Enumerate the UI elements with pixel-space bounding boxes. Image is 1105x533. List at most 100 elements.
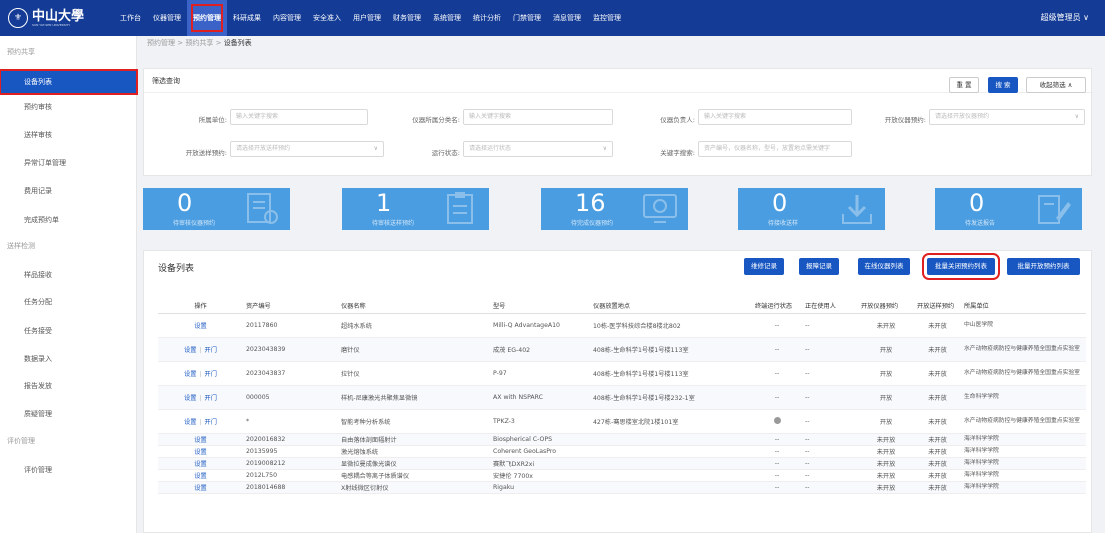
batch-open-reservation-button[interactable]: 批量开放预约列表	[1007, 258, 1080, 275]
nav-item-safety[interactable]: 安全准入	[307, 0, 347, 36]
cell-open-instrument: 未开放	[858, 445, 914, 458]
stat-card-pending-instrument[interactable]: 0 待审核仪器预约	[143, 188, 290, 230]
stat-card-pending-complete[interactable]: 16 待完成仪器预约	[541, 188, 688, 230]
filter-unit-input[interactable]: 输入关键字搜索	[230, 109, 368, 125]
settings-link[interactable]: 设置	[184, 371, 196, 378]
settings-link[interactable]: 设置	[194, 485, 206, 492]
sidebar-item-query-manage[interactable]: 质疑管理	[0, 402, 137, 426]
cell-operation: 设置 | 开门	[158, 409, 243, 434]
filter-open-sample-select[interactable]: 请选择开放送样预约 ∨	[230, 141, 384, 157]
filter-category-input[interactable]: 输入关键字搜索	[463, 109, 613, 125]
sidebar-item-sample-receive[interactable]: 样品接收	[0, 263, 137, 287]
settings-link[interactable]: 设置	[184, 395, 196, 402]
cell-device-name: 智能考种分析系统	[338, 409, 490, 434]
cell-terminal-status: --	[752, 469, 802, 482]
cell-operation: 设置	[158, 433, 243, 446]
stat-card-pending-report[interactable]: 0 待发送报告	[935, 188, 1082, 230]
sidebar-item-report-issue[interactable]: 报告发放	[0, 374, 137, 398]
filter-open-inst-select[interactable]: 请选择开放仪器预约 ∨	[929, 109, 1085, 125]
nav-item-stats[interactable]: 统计分析	[467, 0, 507, 36]
nav-item-users[interactable]: 用户管理	[347, 0, 387, 36]
sidebar-group-evaluation: 评价管理	[7, 437, 35, 445]
filter-keyword-input[interactable]: 资产编号，仪器名称，型号，放置地点需关键字	[698, 141, 852, 157]
nav-item-access[interactable]: 门禁管理	[507, 0, 547, 36]
sidebar-item-completed[interactable]: 完成预约单	[0, 208, 137, 232]
cell-device-name: 自由落体剖面辐射计	[338, 433, 490, 446]
table-row[interactable]: 设置 20135995 激光熔蚀系统 Coherent GeoLasPro -- -- 未开…	[158, 445, 1086, 458]
open-door-link[interactable]: 开门	[205, 371, 217, 378]
table-row[interactable]: 设置 | 开门 2023043837 拉针仪 P-97 408栋-生命科学1号楼1号楼113…	[158, 361, 1086, 386]
settings-link[interactable]: 设置	[194, 461, 206, 468]
cell-terminal-status	[752, 409, 802, 434]
table-row[interactable]: 设置 2020016832 自由落体剖面辐射计 Biospherical C-OPS -…	[158, 433, 1086, 446]
table-row[interactable]: 设置 2012L750 电感耦合等离子体质谱仪 安捷伦 7700x -- -- 未开放 未开放…	[158, 469, 1086, 482]
table-row[interactable]: 设置 20117860 超纯水系统 Milli-Q AdvantageA10 10栋-医…	[158, 313, 1086, 338]
col-asset-no: 资产编号	[243, 298, 338, 314]
sidebar-item-device-list[interactable]: 设备列表	[0, 69, 138, 95]
sidebar-item-reservation-review[interactable]: 预约审核	[0, 95, 137, 119]
sidebar-item-evaluation[interactable]: 评价管理	[0, 458, 137, 482]
status-dot-icon	[773, 416, 781, 424]
settings-link[interactable]: 设置	[184, 419, 196, 426]
open-door-link[interactable]: 开门	[205, 419, 217, 426]
filter-manager-input[interactable]: 输入关键字搜索	[698, 109, 852, 125]
nav-item-system[interactable]: 系统管理	[427, 0, 467, 36]
table-row[interactable]: 设置 | 开门 2023043839 磨针仪 成茂 EG-402 408栋-生命科学1号楼1…	[158, 337, 1086, 362]
repair-records-button[interactable]: 维修记录	[744, 258, 784, 275]
fault-records-button[interactable]: 报障记录	[799, 258, 839, 275]
nav-item-workbench[interactable]: 工作台	[114, 0, 147, 36]
sidebar-item-task-assign[interactable]: 任务分配	[0, 290, 137, 314]
monitor-icon	[643, 194, 677, 223]
online-instruments-button[interactable]: 在线仪器列表	[858, 258, 910, 275]
cell-unit: 海洋科学学院	[961, 469, 1086, 482]
sidebar-item-task-accept[interactable]: 任务接受	[0, 319, 137, 343]
table-row[interactable]: 设置 2019008212 显微拉曼成像光谱仪 赛默飞DXR2xi -- -- 未开放 未开放…	[158, 457, 1086, 470]
stat-card-pending-receive[interactable]: 0 待接收送样	[738, 188, 885, 230]
nav-item-reservation[interactable]: 预约管理	[187, 0, 227, 36]
filter-status-select[interactable]: 请选择运行状态 ∨	[463, 141, 613, 157]
sidebar-item-data-entry[interactable]: 数据录入	[0, 347, 137, 371]
cell-open-instrument: 开放	[858, 337, 914, 362]
table-row[interactable]: 设置 | 开门 000005 样机-尼康激光共聚焦显微镜 AX with NSPARC 40…	[158, 385, 1086, 410]
sidebar-item-sample-review[interactable]: 送样审核	[0, 123, 137, 147]
cell-current-user: --	[802, 313, 858, 338]
main-nav: 工作台 仪器管理 预约管理 科研成果 内容管理 安全准入 用户管理 财务管理 系…	[114, 0, 627, 36]
cell-unit: 水产动物疫病防控与健康养殖全国重点实验室	[961, 409, 1086, 434]
university-logo[interactable]: ⚜ 中山大學 SUN YAT-SEN UNIVERSITY	[8, 6, 84, 30]
user-menu[interactable]: 超级管理员 ∨	[1041, 0, 1089, 36]
seal-icon: ⚜	[8, 8, 28, 28]
reset-button[interactable]: 重 置	[949, 77, 979, 93]
batch-close-reservation-button[interactable]: 批量关闭预约列表	[922, 253, 1000, 280]
nav-item-research[interactable]: 科研成果	[227, 0, 267, 36]
table-row[interactable]: 设置 | 开门 * 智能考种分析系统 TPKZ-3 427栋-骞思楼室北院1楼101室 -- 开…	[158, 409, 1086, 434]
settings-link[interactable]: 设置	[194, 449, 206, 456]
collapse-filter-button[interactable]: 收起筛选 ∧	[1026, 77, 1086, 93]
nav-item-content[interactable]: 内容管理	[267, 0, 307, 36]
breadcrumb-share[interactable]: 预约共享	[185, 39, 213, 47]
settings-link[interactable]: 设置	[194, 323, 206, 330]
nav-item-instrument[interactable]: 仪器管理	[147, 0, 187, 36]
stat-card-pending-sample[interactable]: 1 待审核送样预约	[342, 188, 489, 230]
settings-link[interactable]: 设置	[194, 437, 206, 444]
nav-item-monitor[interactable]: 监控管理	[587, 0, 627, 36]
edit-document-icon	[1038, 195, 1071, 224]
link-separator: |	[199, 370, 202, 378]
breadcrumb-current: 设备列表	[223, 39, 252, 47]
cell-device-name: 显微拉曼成像光谱仪	[338, 457, 490, 470]
settings-link[interactable]: 设置	[184, 347, 196, 354]
sidebar-item-fee-records[interactable]: 费用记录	[0, 179, 137, 203]
open-door-link[interactable]: 开门	[205, 347, 217, 354]
table-row[interactable]: 设置 2018014688 X射线微区衍射仪 Rigaku -- -- 未开放 未开放 海洋科学…	[158, 481, 1086, 494]
nav-item-messages[interactable]: 消息管理	[547, 0, 587, 36]
open-door-link[interactable]: 开门	[205, 395, 217, 402]
cell-open-instrument: 未开放	[858, 469, 914, 482]
top-nav-bar: ⚜ 中山大學 SUN YAT-SEN UNIVERSITY 工作台 仪器管理 预…	[0, 0, 1105, 36]
cell-operation: 设置	[158, 481, 243, 494]
sidebar-item-abnormal-orders[interactable]: 异常订单管理	[0, 151, 137, 175]
settings-link[interactable]: 设置	[194, 473, 206, 480]
cell-model: TPKZ-3	[490, 409, 590, 434]
col-device-name: 仪器名称	[338, 298, 490, 314]
nav-item-finance[interactable]: 财务管理	[387, 0, 427, 36]
search-button[interactable]: 搜 索	[988, 77, 1018, 93]
breadcrumb-reservation[interactable]: 预约管理	[147, 39, 175, 47]
